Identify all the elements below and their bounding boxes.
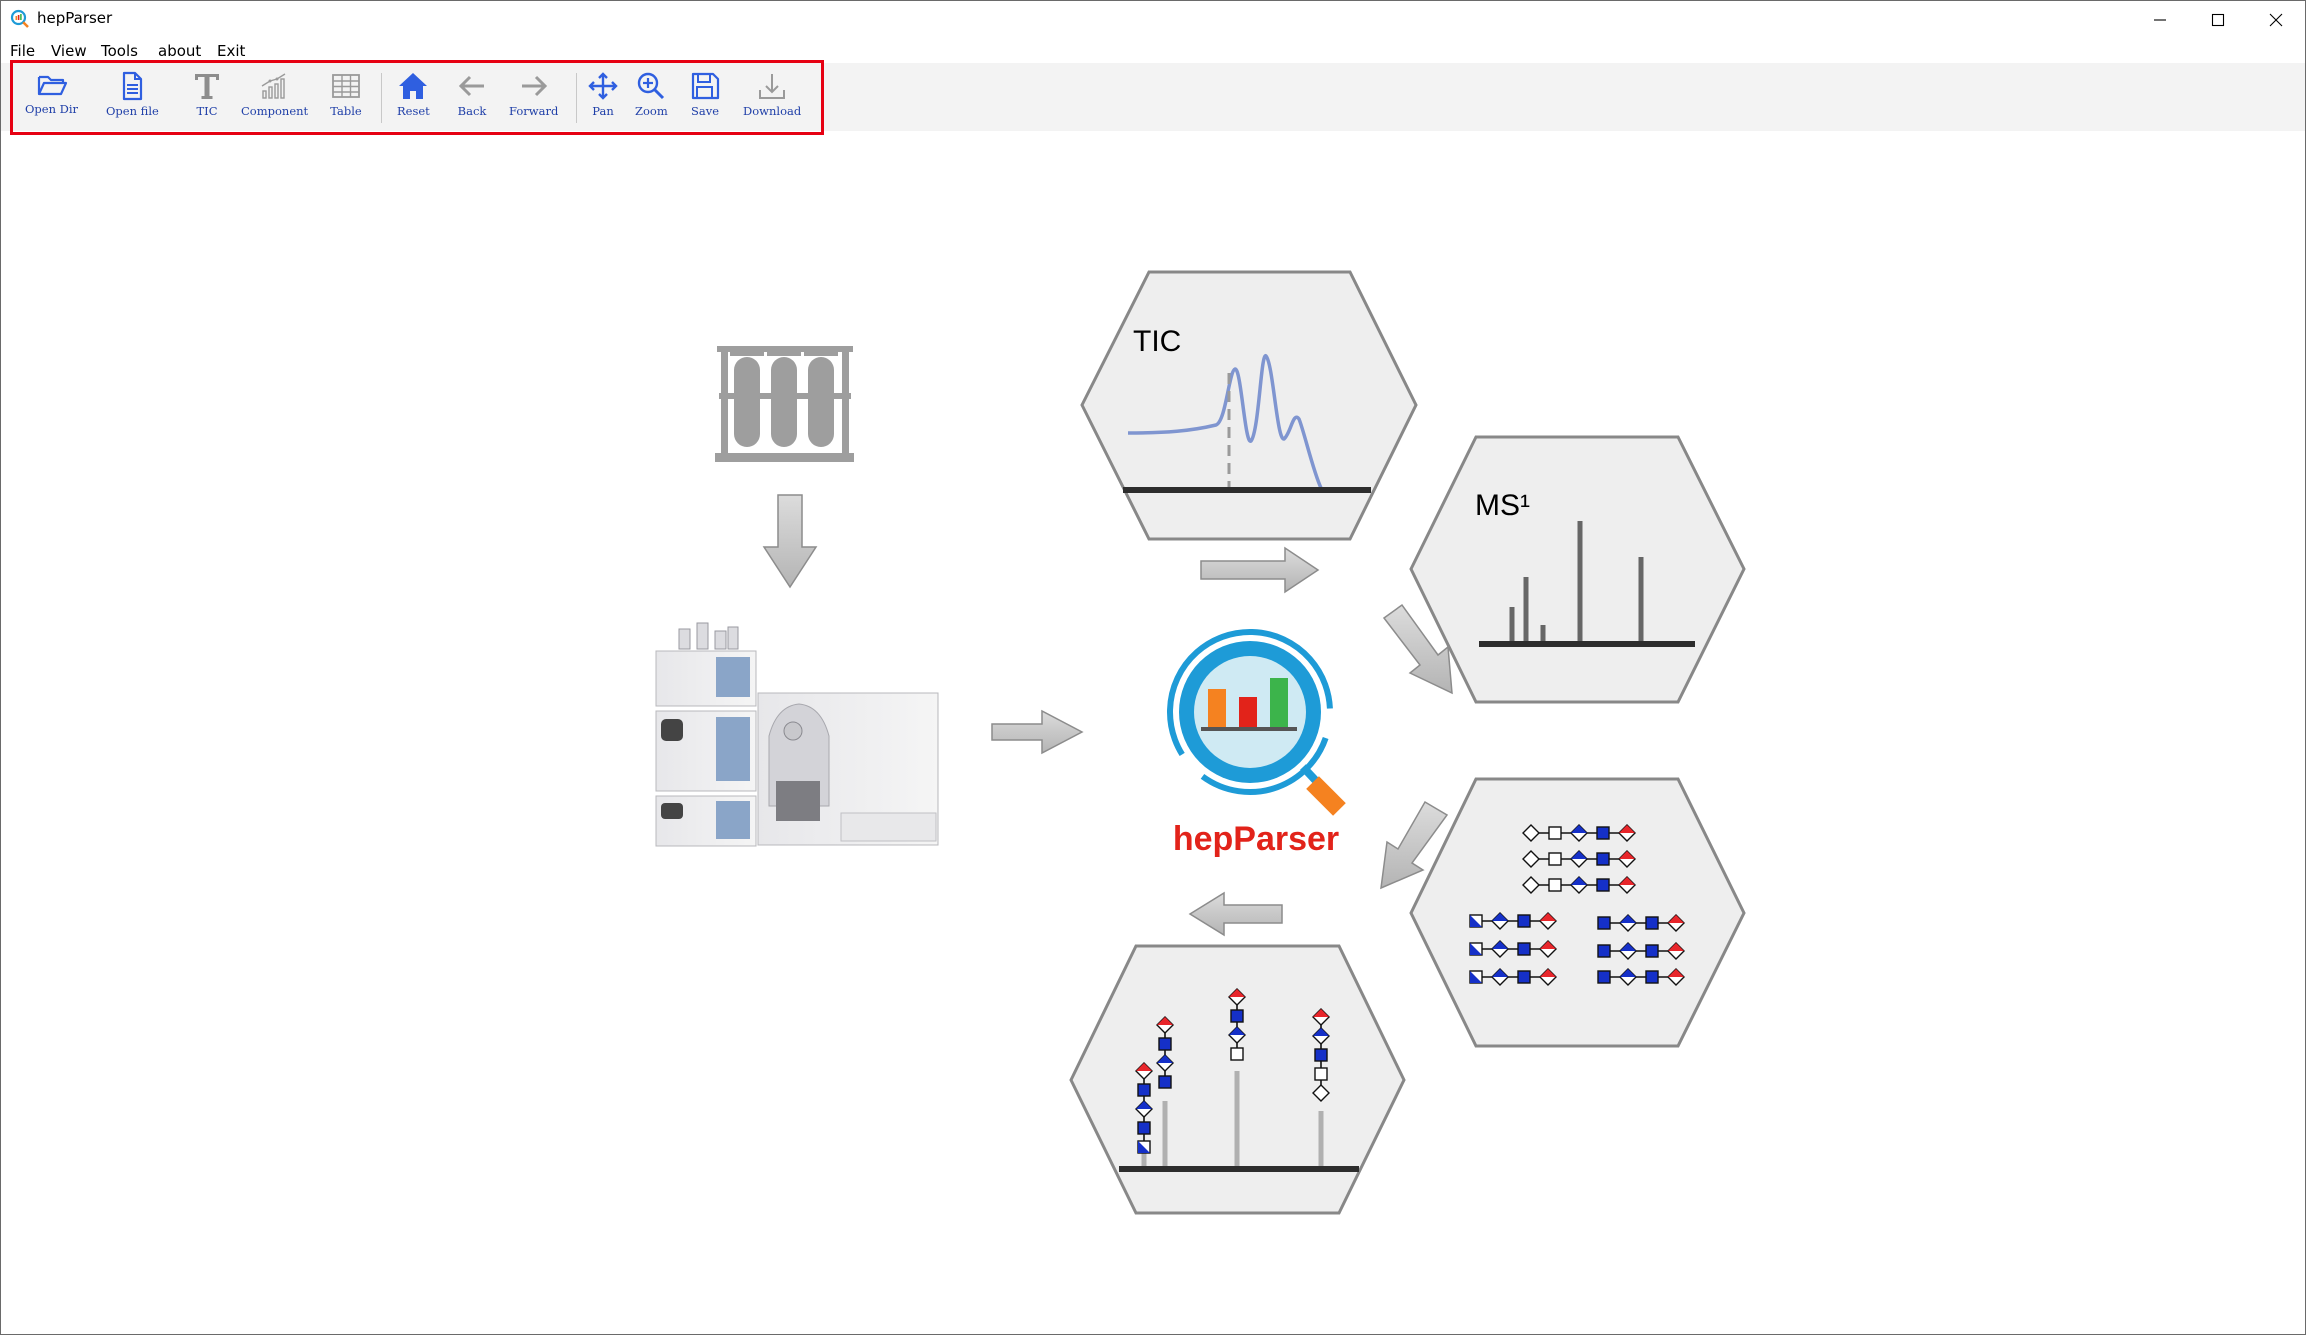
- glycan-square: [1645, 970, 1659, 984]
- glycan-square: [1596, 826, 1610, 840]
- glycan-square: [1517, 942, 1531, 956]
- ms1-panel-label: MS¹: [1475, 489, 1530, 522]
- glycan-square: [1596, 878, 1610, 892]
- hepparser-logo: hepParser: [1167, 629, 1346, 858]
- glycan-square: [1314, 1067, 1328, 1081]
- lc-ms-instrument-image: [655, 613, 939, 853]
- glycan-square: [1158, 1037, 1172, 1051]
- glycan-square: [1645, 944, 1659, 958]
- glycan-square: [1517, 970, 1531, 984]
- glycan-square: [1137, 1083, 1151, 1097]
- glycan-square: [1548, 852, 1562, 866]
- glycan-square: [1137, 1121, 1151, 1135]
- arrow-right: [1200, 546, 1320, 594]
- arrow-down: [762, 494, 818, 589]
- test-tube-rack-icon: [715, 346, 854, 462]
- glycan-square: [1596, 852, 1610, 866]
- hepparser-title: hepParser: [1173, 820, 1339, 858]
- app-window: hepParser File View Tools about Exit Ope…: [0, 0, 2306, 1335]
- ms1-panel: MS¹: [1409, 435, 1746, 704]
- glycan-square: [1597, 970, 1611, 984]
- arrow-left: [1188, 891, 1283, 937]
- glycan-square: [1230, 1047, 1244, 1061]
- glycan-square: [1158, 1075, 1172, 1089]
- glycan-square: [1517, 914, 1531, 928]
- glycan-square: [1548, 878, 1562, 892]
- tic-panel-label: TIC: [1133, 325, 1181, 358]
- glycan-square: [1597, 916, 1611, 930]
- workflow-diagram: TIC MS¹ hepParser: [655, 270, 1746, 1215]
- arrow-right: [991, 709, 1084, 755]
- ms2-panel: [1069, 944, 1406, 1215]
- glycan-square: [1597, 944, 1611, 958]
- glycan-structures-panel: [1409, 777, 1746, 1048]
- glycan-square: [1314, 1048, 1328, 1062]
- tic-panel: TIC: [1080, 270, 1418, 541]
- glycan-square: [1548, 826, 1562, 840]
- glycan-square: [1230, 1009, 1244, 1023]
- glycan-square: [1645, 916, 1659, 930]
